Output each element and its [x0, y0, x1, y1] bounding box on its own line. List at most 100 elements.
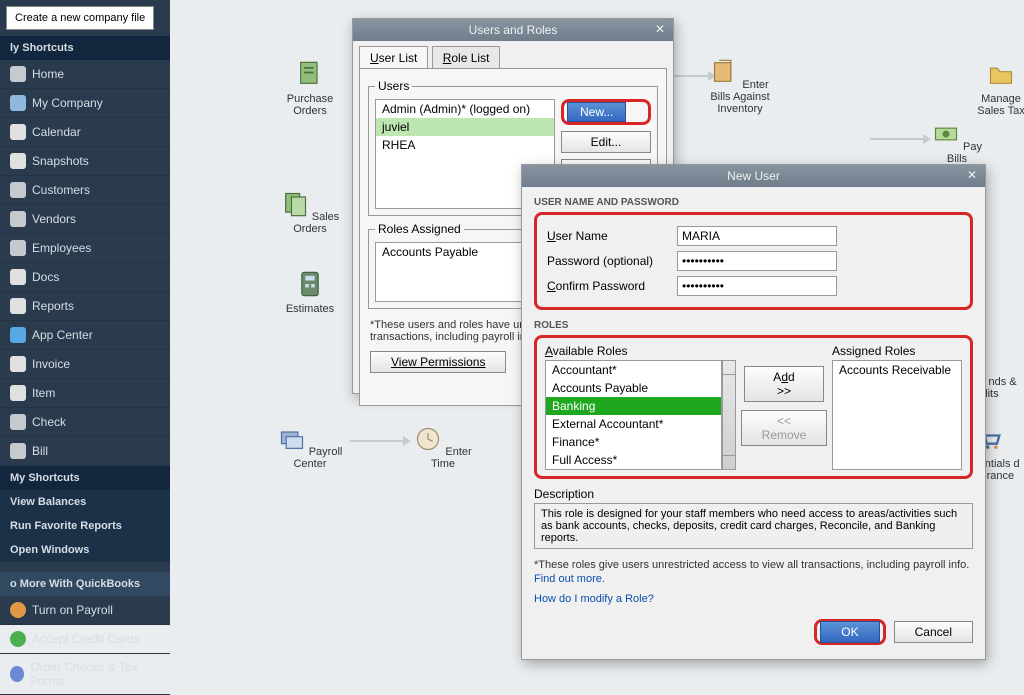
available-roles-listbox[interactable]: Accountant* Accounts Payable Banking Ext…	[545, 360, 722, 470]
list-item[interactable]: Admin (Admin)* (logged on)	[376, 100, 554, 118]
scrollbar[interactable]	[722, 360, 736, 470]
wf-sales-orders[interactable]: Sales Orders	[275, 190, 345, 235]
title-text: New User	[727, 169, 780, 183]
close-icon[interactable]: ✕	[651, 22, 669, 38]
nav-icon	[10, 602, 26, 618]
edit-button[interactable]: Edit...	[561, 131, 651, 153]
sidebar-item[interactable]: Check	[0, 408, 170, 437]
bill-icon	[711, 58, 739, 86]
password-field[interactable]	[677, 251, 837, 271]
confirm-password-field[interactable]	[677, 276, 837, 296]
list-item[interactable]: External Accountant*	[546, 415, 721, 433]
section-run-reports[interactable]: Run Favorite Reports	[0, 514, 170, 538]
roles-assigned-legend: Roles Assigned	[375, 222, 464, 236]
wf-payroll-center[interactable]: Payroll Center	[275, 425, 345, 470]
wf-label: Estimates	[286, 303, 334, 315]
sidebar-item-label: Bill	[32, 444, 48, 458]
link-find-out-more[interactable]: Find out more.	[534, 573, 605, 585]
sidebar-item[interactable]: Turn on Payroll	[0, 596, 170, 625]
list-item[interactable]: Accounts Receivable	[833, 361, 961, 379]
label-description: Description	[534, 487, 973, 501]
list-item[interactable]: RHEA	[376, 136, 554, 154]
new-button[interactable]: New...	[567, 102, 626, 122]
scroll-up-icon[interactable]	[723, 361, 735, 375]
description-box: This role is designed for your staff mem…	[534, 503, 973, 549]
sidebar-item[interactable]: Order Checks & Tax Forms	[0, 654, 170, 695]
list-item[interactable]: Finance*	[546, 433, 721, 451]
sidebar-item[interactable]: Accept Credit Cards	[0, 625, 170, 654]
sidebar-item[interactable]: My Company	[0, 89, 170, 118]
do-more-header: o More With QuickBooks	[0, 572, 170, 596]
add-button[interactable]: Add >>	[744, 366, 824, 402]
view-permissions-button[interactable]: View Permissions	[370, 351, 506, 373]
wf-estimates[interactable]: Estimates	[275, 270, 345, 315]
highlight-credentials: User Name Password (optional) Confirm Pa…	[534, 212, 973, 310]
list-item[interactable]: Banking	[546, 397, 721, 415]
titlebar-new-user[interactable]: New User ✕	[522, 165, 985, 187]
money-icon	[932, 120, 960, 148]
section-open-windows[interactable]: Open Windows	[0, 538, 170, 562]
list-item[interactable]: Accounts Payable	[546, 379, 721, 397]
cancel-button[interactable]: Cancel	[894, 621, 973, 643]
sidebar-item-label: Snapshots	[32, 154, 89, 168]
label-username: User Name	[547, 229, 677, 243]
sidebar-item-label: Home	[32, 67, 64, 81]
nav-icon	[10, 631, 26, 647]
sidebar-item[interactable]: Docs	[0, 263, 170, 292]
label-assigned-roles: Assigned Roles	[832, 344, 962, 358]
username-field[interactable]	[677, 226, 837, 246]
sidebar-item-label: App Center	[32, 328, 93, 342]
sidebar-item[interactable]: Bill	[0, 437, 170, 466]
nav-icon	[10, 240, 26, 256]
sidebar-item[interactable]: Employees	[0, 234, 170, 263]
section-view-balances[interactable]: View Balances	[0, 490, 170, 514]
sidebar-item[interactable]: Item	[0, 379, 170, 408]
sidebar-item[interactable]: Customers	[0, 176, 170, 205]
list-item[interactable]: Accountant*	[546, 361, 721, 379]
wf-manage-tax[interactable]: Manage Sales Tax	[966, 60, 1024, 117]
nav-icon	[10, 66, 26, 82]
nav-icon	[10, 385, 26, 401]
tab-user-list[interactable]: User List	[359, 46, 428, 69]
remove-button[interactable]: << Remove	[741, 410, 828, 446]
sidebar-item[interactable]: Calendar	[0, 118, 170, 147]
tabbar: User List Role List	[353, 41, 673, 68]
sidebar-item[interactable]: Invoice	[0, 350, 170, 379]
wf-purchase-orders[interactable]: Purchase Orders	[275, 60, 345, 117]
wf-enter-time[interactable]: Enter Time	[408, 425, 478, 470]
sidebar-item[interactable]: Home	[0, 60, 170, 89]
sidebar-item[interactable]: Vendors	[0, 205, 170, 234]
scroll-down-icon[interactable]	[723, 455, 735, 469]
highlight-ok: OK	[814, 619, 885, 645]
tab-role-list[interactable]: Role List	[432, 46, 501, 69]
sidebar-item[interactable]: Reports	[0, 292, 170, 321]
close-icon[interactable]: ✕	[963, 168, 981, 184]
sidebar-item[interactable]: Snapshots	[0, 147, 170, 176]
document-icon	[296, 60, 324, 88]
sidebar-item[interactable]: App Center	[0, 321, 170, 350]
highlight-roles: Available Roles Accountant* Accounts Pay…	[534, 335, 973, 479]
list-item[interactable]: Accounts Payable	[376, 243, 534, 261]
highlight-new: New...	[561, 99, 651, 125]
wf-label: Manage Sales Tax	[977, 93, 1024, 117]
sidebar-item-label: Item	[32, 386, 55, 400]
sidebar-item-label: Accept Credit Cards	[32, 632, 139, 646]
nav-icon	[10, 95, 26, 111]
list-item[interactable]: Full Access*	[546, 451, 721, 469]
new-company-button[interactable]: Create a new company file	[6, 6, 154, 30]
nav-icon	[10, 666, 24, 682]
link-modify-role[interactable]: How do I modify a Role?	[534, 593, 654, 605]
section-username-password: USER NAME AND PASSWORD	[534, 197, 973, 208]
wf-enter-bills[interactable]: Enter Bills Against Inventory	[705, 58, 775, 115]
ok-button[interactable]: OK	[820, 621, 879, 643]
wf-pay-bills[interactable]: Pay Bills	[922, 120, 992, 165]
section-my-shortcuts[interactable]: My Shortcuts	[0, 466, 170, 490]
roles-assigned-listbox[interactable]: Accounts Payable	[375, 242, 535, 302]
assigned-roles-listbox[interactable]: Accounts Receivable	[832, 360, 962, 470]
arrow-icon	[870, 138, 925, 140]
titlebar-users[interactable]: Users and Roles ✕	[353, 19, 673, 41]
sidebar-item-label: Employees	[32, 241, 91, 255]
sidebar-item-label: Calendar	[32, 125, 81, 139]
wf-label: Purchase Orders	[287, 93, 333, 117]
list-item[interactable]: juviel	[376, 118, 554, 136]
